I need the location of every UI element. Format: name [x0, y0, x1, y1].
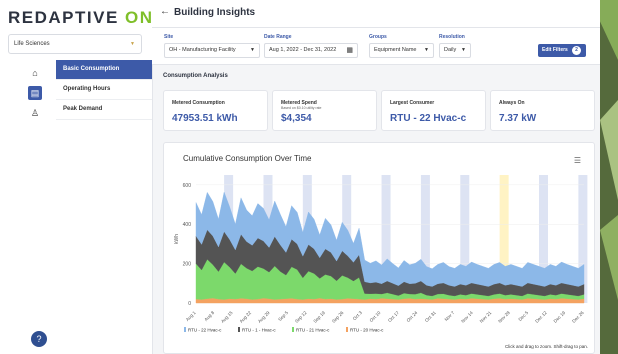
- section-title: Consumption Analysis: [163, 73, 228, 79]
- card-value: 47953.51 kWh: [172, 113, 238, 124]
- chevron-down-icon: ▼: [250, 47, 255, 53]
- sidebar-item-operating-hours[interactable]: Operating Hours: [56, 80, 152, 100]
- groups-select-value: Equipment Name: [374, 47, 417, 53]
- date-range-picker[interactable]: Aug 1, 2022 - Dec 31, 2022 ▦: [264, 43, 358, 58]
- site-label: Site: [164, 34, 174, 40]
- groups-label: Groups: [369, 34, 387, 40]
- home-icon[interactable]: ⌂: [28, 66, 42, 80]
- help-button[interactable]: ?: [31, 331, 47, 347]
- edit-filters-button[interactable]: Edit Filters 2: [538, 44, 586, 57]
- groups-select[interactable]: Equipment Name ▼: [369, 43, 434, 58]
- x-tick-label: Sep 12: [294, 310, 308, 324]
- date-range-value: Aug 1, 2022 - Dec 31, 2022: [269, 47, 337, 53]
- card-label: Metered Consumption: [172, 100, 225, 106]
- legend-swatch: [292, 327, 294, 332]
- filter-count-badge: 2: [572, 46, 581, 55]
- page-title: Building Insights: [174, 7, 256, 18]
- x-tick-label: Aug 29: [257, 310, 271, 324]
- x-tick-label: Nov 14: [460, 310, 474, 324]
- y-tick-label: 200: [183, 262, 192, 268]
- x-tick-label: Dec 5: [517, 310, 529, 322]
- x-tick-label: Aug 8: [203, 310, 215, 322]
- building-icon[interactable]: ▤: [28, 86, 42, 100]
- chart-panel: Cumulative Consumption Over Time ☰ 0 200 4…: [163, 142, 595, 354]
- x-tick-label: Oct 17: [387, 310, 400, 323]
- sidebar: REDAPTIVE ONE Life Sciences ▼ ⌂ ▤ ♙ Basi…: [0, 0, 165, 354]
- card-value: 7.37 kW: [499, 113, 537, 124]
- x-tick-label: Nov 21: [479, 310, 493, 324]
- x-tick-label: Oct 24: [406, 310, 419, 323]
- y-axis-label: kWh: [174, 234, 180, 244]
- logo-text: REDAPTIVE: [8, 8, 119, 27]
- user-icon[interactable]: ♙: [28, 106, 42, 120]
- organization-select-value: Life Sciences: [14, 41, 50, 47]
- legend-swatch: [346, 327, 348, 332]
- arrow-left-icon[interactable]: ←: [160, 6, 170, 17]
- metered-consumption-card: Metered Consumption 47953.51 kWh: [163, 90, 268, 131]
- top-bar: ← Building Insights: [152, 0, 600, 28]
- legend-label: RTU - 22 Hvac-c: [188, 328, 222, 333]
- logo: REDAPTIVE ONE: [8, 8, 166, 28]
- legend-label: RTU - 1 - Hvac-c: [242, 328, 276, 333]
- filter-bar: Site OH - Manufacturing Facility ▼ Date …: [152, 28, 600, 65]
- consumption-chart[interactable]: 0 200 400 600 kWh Aug 1 Aug 8 Aug 15 Aug 22 Aug 2…: [164, 143, 596, 343]
- x-tick-label: Nov 7: [444, 310, 456, 322]
- x-tick-label: Oct 3: [352, 310, 363, 321]
- resolution-select[interactable]: Daily ▼: [439, 43, 471, 58]
- x-tick-label: Aug 15: [220, 310, 234, 324]
- chevron-down-icon: ▼: [424, 47, 429, 53]
- chevron-down-icon: ▼: [461, 47, 466, 53]
- edit-filters-label: Edit Filters: [542, 47, 568, 53]
- y-tick-label: 0: [188, 301, 191, 307]
- sidebar-item-peak-demand[interactable]: Peak Demand: [56, 100, 152, 120]
- x-tick-label: Dec 26: [571, 310, 585, 324]
- icon-rail: ⌂ ▤ ♙: [0, 60, 56, 354]
- card-value: RTU - 22 Hvac-c: [390, 113, 467, 124]
- organization-select[interactable]: Life Sciences ▼: [8, 34, 142, 54]
- x-tick-label: Dec 19: [553, 310, 567, 324]
- metered-spend-card: Metered Spend Based on $0.10 utility rat…: [272, 90, 377, 131]
- legend-swatch: [184, 327, 186, 332]
- site-select[interactable]: OH - Manufacturing Facility ▼: [164, 43, 260, 58]
- card-subtext: Based on $0.10 utility rate: [281, 106, 322, 110]
- x-tick-label: Aug 22: [239, 310, 253, 324]
- largest-consumer-card: Largest Consumer RTU - 22 Hvac-c: [381, 90, 486, 131]
- card-label: Always On: [499, 100, 525, 106]
- x-tick-label: Sep 5: [277, 310, 289, 322]
- site-select-value: OH - Manufacturing Facility: [169, 47, 236, 53]
- card-label: Largest Consumer: [390, 100, 435, 106]
- x-tick-label: Sep 19: [312, 310, 326, 324]
- x-tick-label: Sep 26: [331, 310, 345, 324]
- always-on-card: Always On 7.37 kW: [490, 90, 595, 131]
- date-range-label: Date Range: [264, 34, 292, 40]
- x-tick-label: Aug 1: [185, 310, 197, 322]
- resolution-select-value: Daily: [444, 47, 457, 53]
- resolution-label: Resolution: [439, 34, 465, 40]
- x-tick-label: Dec 12: [534, 310, 548, 324]
- y-tick-label: 400: [183, 222, 192, 228]
- app-window: REDAPTIVE ONE Life Sciences ▼ ⌂ ▤ ♙ Basi…: [0, 0, 600, 354]
- calendar-icon: ▦: [346, 47, 353, 54]
- legend-swatch: [238, 327, 240, 332]
- legend-label: RTU - 20 Hvac-c: [350, 328, 384, 333]
- sidebar-item-basic-consumption[interactable]: Basic Consumption: [56, 60, 152, 80]
- y-tick-label: 600: [183, 183, 192, 189]
- chevron-down-icon: ▼: [130, 41, 135, 47]
- legend-label: RTU - 21 Hvac-c: [296, 328, 330, 333]
- x-tick-label: Oct 10: [369, 310, 382, 323]
- x-tick-label: Oct 31: [424, 310, 437, 323]
- chart-footnote: Click and drag to zoom. Shift-drag to pa…: [504, 344, 588, 349]
- x-tick-label: Nov 28: [497, 310, 511, 324]
- card-value: $4,354: [281, 113, 312, 124]
- sidebar-nav: Basic Consumption Operating Hours Peak D…: [56, 60, 152, 120]
